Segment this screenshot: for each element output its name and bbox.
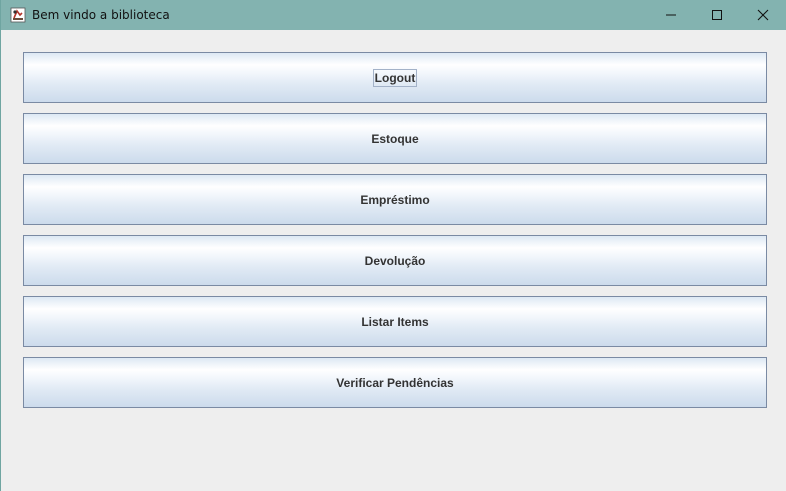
- estoque-button-label: Estoque: [371, 131, 419, 146]
- verificar-pendencias-button-label: Verificar Pendências: [336, 375, 454, 390]
- maximize-icon: [711, 9, 723, 21]
- listar-items-button[interactable]: Listar Items: [23, 296, 767, 347]
- logout-button-label: Logout: [372, 68, 418, 87]
- emprestimo-button-label: Empréstimo: [360, 192, 430, 207]
- title-bar[interactable]: Bem vindo a biblioteca: [1, 0, 786, 30]
- close-button[interactable]: [740, 0, 786, 30]
- devolucao-button[interactable]: Devolução: [23, 235, 767, 286]
- java-app-icon: [10, 7, 26, 23]
- minimize-button[interactable]: [648, 0, 694, 30]
- estoque-button[interactable]: Estoque: [23, 113, 767, 164]
- main-panel: Logout Estoque Empréstimo Devolução List…: [1, 30, 786, 491]
- verificar-pendencias-button[interactable]: Verificar Pendências: [23, 357, 767, 408]
- emprestimo-button[interactable]: Empréstimo: [23, 174, 767, 225]
- minimize-icon: [665, 9, 677, 21]
- listar-items-button-label: Listar Items: [361, 314, 429, 329]
- close-icon: [757, 9, 769, 21]
- window-title: Bem vindo a biblioteca: [32, 8, 170, 22]
- logout-button[interactable]: Logout: [23, 52, 767, 103]
- maximize-button[interactable]: [694, 0, 740, 30]
- devolucao-button-label: Devolução: [364, 253, 426, 268]
- app-window: Bem vindo a biblioteca Logout Estoque Em…: [0, 0, 786, 491]
